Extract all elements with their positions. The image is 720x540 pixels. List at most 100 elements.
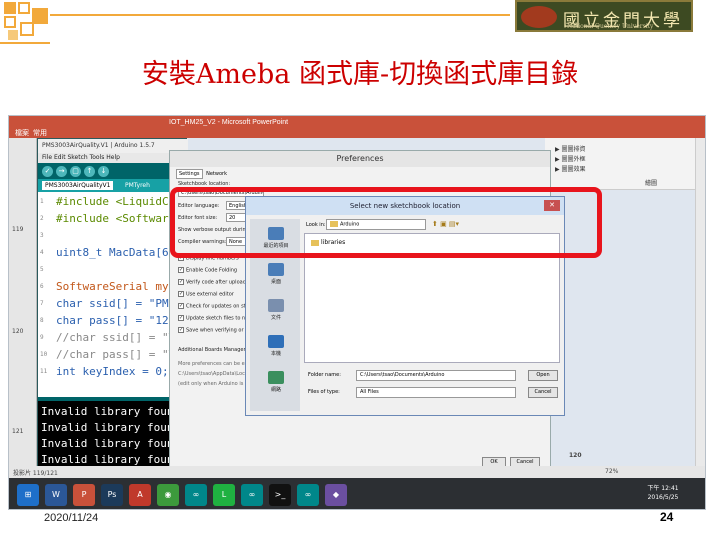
arduino-code-editor[interactable]: 1 #include <LiquidCrystal_I 2 #include <Sof… xyxy=(38,192,222,397)
checkbox[interactable]: ✓ xyxy=(178,291,184,297)
upload-icon[interactable]: → xyxy=(56,166,67,177)
checkbox[interactable]: ✓ xyxy=(178,279,184,285)
decor-square-4 xyxy=(32,8,48,24)
folder-name-field[interactable]: C:\Users\tsao\Documents\Arduino xyxy=(356,370,516,381)
arduino-menu-bar[interactable]: File Edit Sketch Tools Help xyxy=(38,153,188,163)
checkbox-label: Verify code after upload xyxy=(186,279,246,286)
shape-fill-option[interactable]: ▶ 圖圖排資 xyxy=(555,144,586,153)
line-number: 7 xyxy=(40,300,44,307)
ppt-title-bar: IOT_HM25_V2 - Microsoft PowerPoint xyxy=(169,119,289,126)
documents-icon xyxy=(268,299,284,312)
arduino-toolbar: ✓ → ▢ ↑ ↓ xyxy=(38,163,188,179)
line-number: 1 xyxy=(40,198,44,205)
arduino-2-icon[interactable]: ∞ xyxy=(241,484,263,506)
open-button[interactable]: Open xyxy=(528,370,558,381)
shape-effect-option[interactable]: ▶ 圖圖效果 xyxy=(555,164,586,173)
acrobat-icon[interactable]: A xyxy=(129,484,151,506)
line-number: 8 xyxy=(40,317,44,324)
shape-outline-option[interactable]: ▶ 圖圖外框 xyxy=(555,154,586,163)
checkbox[interactable]: ✓ xyxy=(178,267,184,273)
ppt-drawing-group: ▶ 圖圖排資 ▶ 圖圖外框 ▶ 圖圖效果 繪圖 xyxy=(545,138,705,190)
highlight-box xyxy=(170,187,602,258)
preferences-tabs: Settings Network xyxy=(176,169,229,179)
header-rule xyxy=(50,14,510,16)
arduino-3-icon[interactable]: ∞ xyxy=(297,484,319,506)
checkbox[interactable]: ✓ xyxy=(178,303,184,309)
arduino-tab-main[interactable]: PMS3003AirQualityV1 xyxy=(42,181,114,190)
arduino-tabs: PMS3003AirQualityV1 PMTyreh xyxy=(38,179,188,192)
code-text: uint8_t MacData[6]; xyxy=(56,246,182,259)
powerpoint-icon[interactable]: P xyxy=(73,484,95,506)
verify-icon[interactable]: ✓ xyxy=(42,166,53,177)
computer-icon xyxy=(268,335,284,348)
file-type-label: Files of type: xyxy=(308,389,340,395)
terminal-icon[interactable]: >_ xyxy=(269,484,291,506)
checkbox[interactable]: ✓ xyxy=(178,315,184,321)
network-icon xyxy=(268,371,284,384)
app-purple-icon[interactable]: ◆ xyxy=(325,484,347,506)
dialog-cancel-button[interactable]: Cancel xyxy=(528,387,558,398)
decor-square-6 xyxy=(20,22,34,36)
save-icon[interactable]: ↓ xyxy=(98,166,109,177)
system-tray-clock[interactable]: 下午 12:41 2016/5/25 xyxy=(639,484,687,502)
arduino-tab-secondary[interactable]: PMTyreh xyxy=(122,181,153,190)
decor-square-5 xyxy=(8,30,18,40)
line-number: 4 xyxy=(40,249,44,256)
open-icon[interactable]: ↑ xyxy=(84,166,95,177)
ppt-thumbnail-pane: 119 120 121 xyxy=(9,138,37,493)
powerpoint-ribbon: IOT_HM25_V2 - Microsoft PowerPoint 檔案 常用 xyxy=(9,116,705,138)
status-zoom[interactable]: 72% xyxy=(605,468,618,475)
slide-date: 2020/11/24 xyxy=(44,512,99,524)
place-documents[interactable]: 文件 xyxy=(256,299,296,321)
ppt-tab-home[interactable]: 常用 xyxy=(33,128,47,138)
thumb-number[interactable]: 121 xyxy=(12,428,23,435)
ppt-status-bar: 投影片 119/121 120 72% xyxy=(9,452,705,478)
arduino-icon[interactable]: ∞ xyxy=(185,484,207,506)
preferences-title: Preferences xyxy=(170,151,550,167)
line-number: 5 xyxy=(40,266,44,273)
ppt-tab-file[interactable]: 檔案 xyxy=(15,128,29,138)
decor-square-2 xyxy=(18,2,30,14)
windows-taskbar: ⊞ W P Ps A ◉ ∞ L ∞ >_ ∞ ◆ 下午 12:41 2016/5/25 xyxy=(9,478,705,509)
slide-page-number: 24 xyxy=(660,510,674,524)
place-desktop[interactable]: 桌面 xyxy=(256,263,296,285)
line-number: 3 xyxy=(40,232,44,239)
embedded-screenshot: IOT_HM25_V2 - Microsoft PowerPoint 檔案 常用… xyxy=(8,115,706,510)
status-slide-count: 投影片 119/121 xyxy=(13,470,58,477)
preference-checkbox-row[interactable]: ✓ Verify code after upload xyxy=(178,279,246,286)
folder-name-label: Folder name: xyxy=(308,372,341,378)
checkbox-label: Enable Code Folding xyxy=(186,267,238,274)
tab-network[interactable]: Network xyxy=(204,170,229,178)
photoshop-icon[interactable]: Ps xyxy=(101,484,123,506)
thumb-number[interactable]: 119 xyxy=(12,226,23,233)
place-computer[interactable]: 本機 xyxy=(256,335,296,357)
file-type-select[interactable]: All Files xyxy=(356,387,516,398)
preference-checkbox-row[interactable]: ✓ Enable Code Folding xyxy=(178,267,237,274)
checkbox-label: Use external editor xyxy=(186,291,234,298)
checkbox[interactable]: ✓ xyxy=(178,327,184,333)
arduino-console: Invalid library found in Invalid library … xyxy=(38,401,200,474)
line-number: 2 xyxy=(40,215,44,222)
word-icon[interactable]: W xyxy=(45,484,67,506)
line-icon[interactable]: L xyxy=(213,484,235,506)
university-logo: 國立金門大學 National Quemoy University xyxy=(515,0,693,32)
preference-checkbox-row[interactable]: ✓ Use external editor xyxy=(178,291,234,298)
tab-settings[interactable]: Settings xyxy=(176,169,203,179)
header-rule-2 xyxy=(0,42,50,44)
start-icon[interactable]: ⊞ xyxy=(17,484,39,506)
line-number: 11 xyxy=(40,368,48,375)
place-desktop-label: 桌面 xyxy=(270,279,281,285)
slide-title: 安裝Ameba 函式庫-切換函式庫目錄 xyxy=(141,59,579,90)
thumb-number[interactable]: 120 xyxy=(12,328,23,335)
decor-square-3 xyxy=(4,16,16,28)
desktop-icon xyxy=(268,263,284,276)
ppt-scrollbar[interactable] xyxy=(695,138,705,466)
place-documents-label: 文件 xyxy=(270,315,281,321)
decor-square-1 xyxy=(4,2,16,14)
code-text: int keyIndex = 0; xyxy=(56,365,169,378)
new-icon[interactable]: ▢ xyxy=(70,166,81,177)
tray-date: 2016/5/25 xyxy=(647,494,679,501)
arduino-title: PMS3003AirQuality.V1 | Arduino 1.5.7 xyxy=(38,139,188,153)
chrome-icon[interactable]: ◉ xyxy=(157,484,179,506)
place-network[interactable]: 網路 xyxy=(256,371,296,393)
